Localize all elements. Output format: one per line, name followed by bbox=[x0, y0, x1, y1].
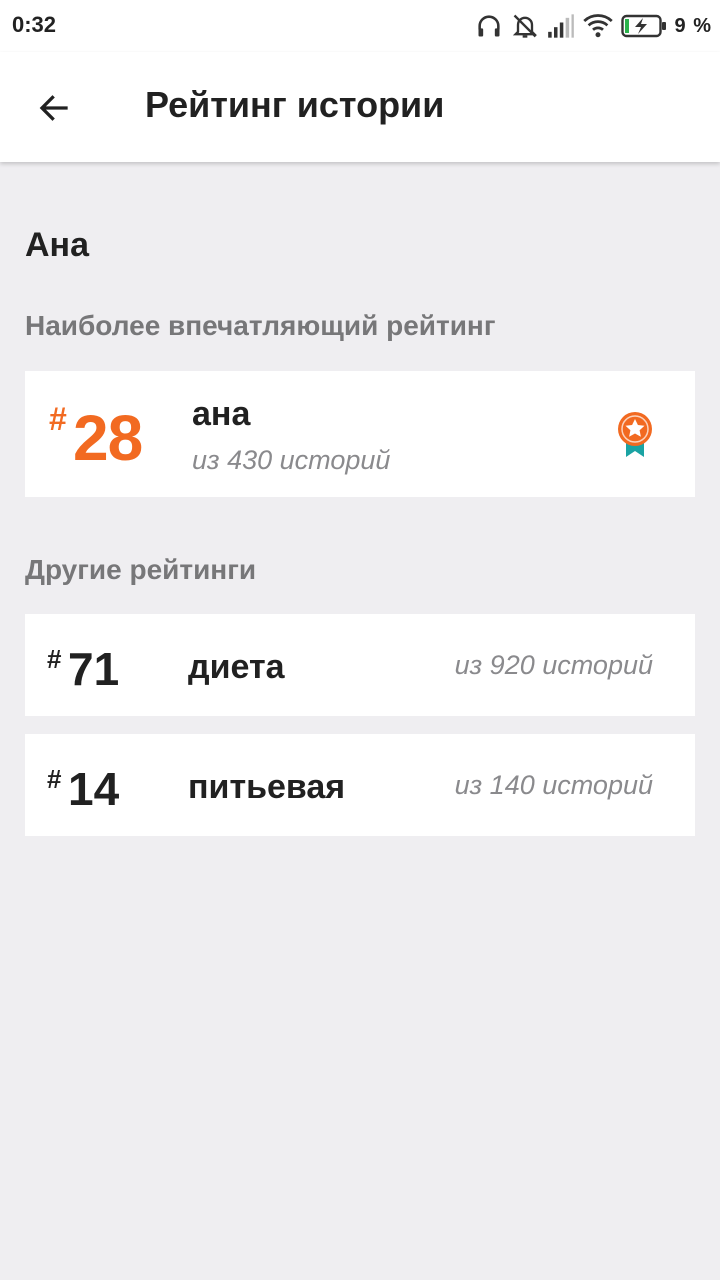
ranking-card[interactable]: # 14 питьевая из 140 историй bbox=[25, 734, 695, 836]
status-time: 0:32 bbox=[12, 12, 57, 37]
rank-hash: # bbox=[47, 764, 62, 794]
app-bar: Рейтинг истории bbox=[0, 52, 720, 162]
back-button[interactable] bbox=[26, 80, 82, 136]
story-name: Ана bbox=[25, 226, 89, 264]
ranking-total: из 140 историй bbox=[454, 770, 653, 800]
battery-percent: 9 % bbox=[674, 14, 712, 37]
ranking-total: из 920 историй bbox=[454, 650, 653, 680]
ranking-tag: диета bbox=[188, 648, 285, 686]
rank-number: 28 bbox=[73, 402, 143, 474]
wifi-icon bbox=[582, 14, 613, 38]
notifications-off-icon bbox=[512, 14, 537, 38]
headphones-icon bbox=[477, 15, 500, 37]
rank-hash: # bbox=[49, 401, 67, 437]
rank-number: 14 bbox=[68, 763, 120, 815]
screen: 0:32 9 % Рейтинг истории Ана Наиболее вп… bbox=[0, 0, 720, 1280]
battery-charging-icon bbox=[620, 14, 666, 38]
arrow-back-icon bbox=[39, 95, 68, 121]
top-ranking-card[interactable]: # 28 ана из 430 историй bbox=[25, 371, 695, 497]
rank-number: 71 bbox=[68, 643, 120, 695]
other-rankings-section-title: Другие рейтинги bbox=[25, 554, 257, 585]
top-ranking-section-title: Наиболее впечатляющий рейтинг bbox=[25, 310, 496, 341]
status-bar: 0:32 9 % bbox=[0, 0, 720, 52]
ranking-total: из 430 историй bbox=[192, 445, 391, 475]
ranking-tag: ана bbox=[192, 395, 251, 433]
ranking-tag: питьевая bbox=[188, 768, 346, 806]
rank-hash: # bbox=[47, 644, 62, 674]
ranking-card[interactable]: # 71 диета из 920 историй bbox=[25, 614, 695, 716]
status-icons: 9 % bbox=[475, 10, 712, 42]
page-title: Рейтинг истории bbox=[145, 84, 445, 125]
signal-icon bbox=[547, 14, 574, 38]
medal-icon bbox=[618, 412, 652, 457]
